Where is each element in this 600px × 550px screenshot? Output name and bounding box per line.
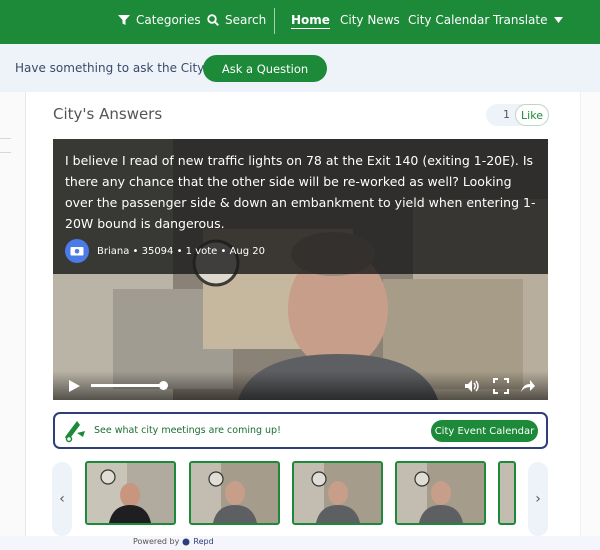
- top-navigation: Categories Search Home City News City Ca…: [0, 0, 600, 44]
- like-count: 1: [503, 108, 510, 121]
- sidebar-divider: [0, 138, 11, 139]
- megaphone-icon: [65, 421, 85, 443]
- progress-thumb[interactable]: [159, 381, 168, 390]
- camera-icon: [70, 247, 84, 256]
- nav-categories-label: Categories: [136, 13, 201, 27]
- footer: Powered by Repd: [0, 536, 600, 550]
- video-thumbnail-image: [500, 463, 514, 523]
- question-text: I believe I read of new traffic lights o…: [65, 153, 536, 231]
- nav-translate-label: Translate: [493, 13, 548, 27]
- video-thumbnail[interactable]: [85, 461, 176, 525]
- nav-city-calendar[interactable]: City Calendar: [408, 13, 489, 27]
- nav-search-label: Search: [225, 13, 267, 27]
- video-thumbnail-image: [294, 463, 381, 523]
- nav-translate[interactable]: Translate: [493, 13, 563, 27]
- carousel-prev-button[interactable]: ‹: [52, 462, 72, 536]
- question-meta: Briana • 35094 • 1 vote • Aug 20: [65, 239, 265, 263]
- answer-video-player[interactable]: I believe I read of new traffic lights o…: [53, 139, 548, 400]
- avatar: [65, 239, 89, 263]
- share-icon[interactable]: [520, 378, 536, 394]
- ask-prompt: Have something to ask the City?: [15, 61, 211, 75]
- ask-question-bar: Have something to ask the City? Ask a Qu…: [0, 44, 600, 92]
- video-thumbnail[interactable]: [189, 461, 280, 525]
- carousel-next-button[interactable]: ›: [528, 462, 548, 536]
- video-controls: [53, 371, 548, 400]
- video-thumbnail-image: [191, 463, 278, 523]
- right-sidebar-edge: [580, 92, 600, 538]
- chevron-left-icon: ‹: [59, 491, 65, 507]
- nav-city-news-label: City News: [340, 13, 400, 27]
- video-thumbnail[interactable]: [292, 461, 383, 525]
- nav-categories[interactable]: Categories: [118, 13, 201, 27]
- nav-search[interactable]: Search: [207, 13, 266, 27]
- repd-logo-icon: [182, 538, 190, 545]
- nav-home[interactable]: Home: [291, 13, 330, 29]
- fullscreen-icon[interactable]: [493, 378, 509, 394]
- like-widget: 1 Like: [486, 104, 549, 126]
- meetings-banner: See what city meetings are coming up! Ci…: [53, 412, 548, 449]
- video-thumbnail-image: [87, 463, 174, 523]
- banner-text: See what city meetings are coming up!: [94, 425, 281, 436]
- filter-icon: [118, 15, 130, 25]
- question-overlay: I believe I read of new traffic lights o…: [53, 139, 548, 274]
- sidebar-divider: [0, 152, 11, 153]
- volume-icon[interactable]: [464, 378, 480, 394]
- ask-question-button[interactable]: Ask a Question: [203, 55, 327, 82]
- nav-home-label: Home: [291, 13, 330, 29]
- caret-down-icon: [553, 16, 563, 23]
- play-icon[interactable]: [66, 378, 82, 394]
- video-thumbnail-image: [397, 463, 484, 523]
- left-sidebar-edge: [0, 92, 26, 538]
- chevron-right-icon: ›: [535, 491, 541, 507]
- search-icon: [207, 14, 219, 26]
- nav-city-news[interactable]: City News: [340, 13, 400, 27]
- nav-city-calendar-label: City Calendar: [408, 13, 490, 27]
- progress-track[interactable]: [91, 384, 163, 387]
- video-thumbnail[interactable]: [395, 461, 486, 525]
- nav-divider: [274, 8, 275, 34]
- powered-by: Powered by Repd: [133, 537, 214, 546]
- powered-by-label: Powered by: [133, 537, 180, 546]
- question-meta-text: Briana • 35094 • 1 vote • Aug 20: [97, 245, 266, 257]
- repd-brand[interactable]: Repd: [193, 537, 213, 546]
- section-title: City's Answers: [53, 105, 163, 123]
- city-event-calendar-button[interactable]: City Event Calendar: [431, 420, 538, 442]
- video-thumbnail[interactable]: [498, 461, 516, 525]
- like-button[interactable]: Like: [515, 104, 549, 126]
